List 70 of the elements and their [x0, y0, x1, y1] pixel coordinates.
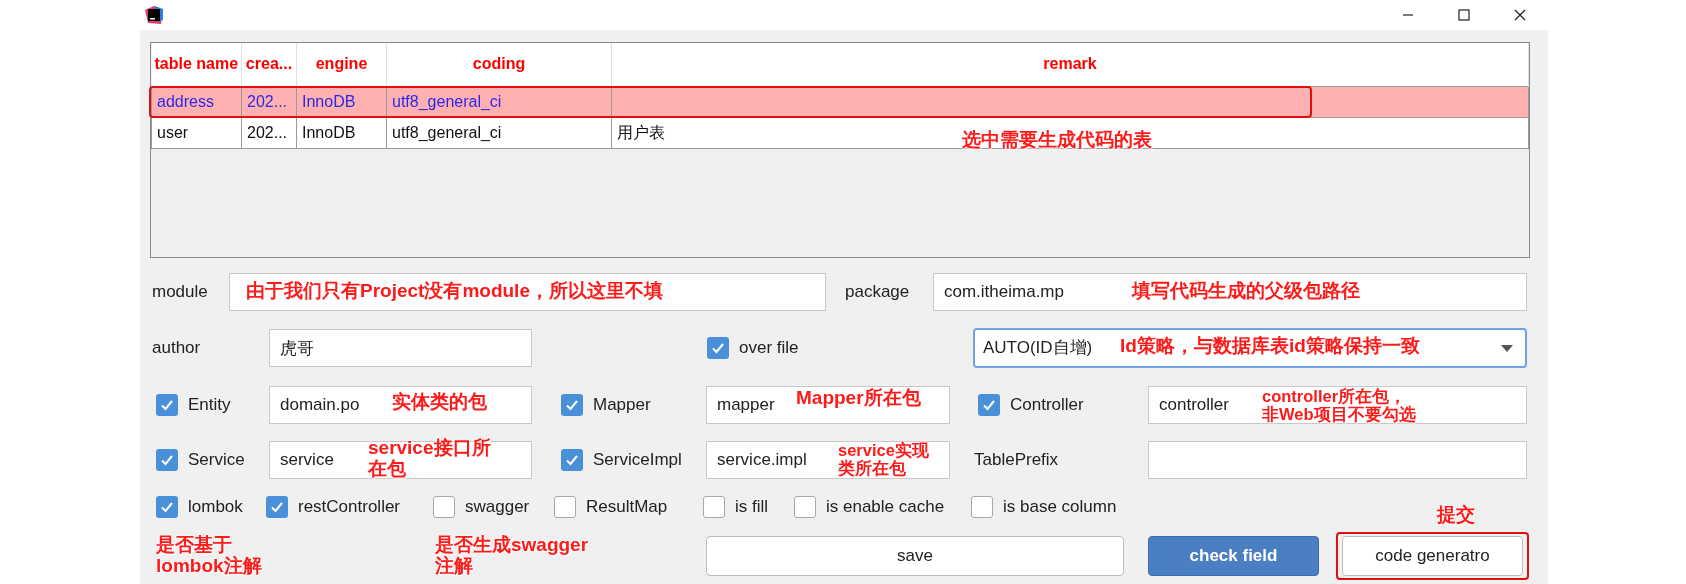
- field-label: package: [845, 281, 911, 304]
- tick-icon: [160, 453, 174, 467]
- dropdown-value: AUTO(ID自增): [983, 337, 1093, 360]
- tick-icon: [565, 453, 579, 467]
- input-field[interactable]: 虎哥: [269, 329, 532, 367]
- checkbox[interactable]: [978, 394, 1000, 416]
- close-icon[interactable]: [1514, 9, 1526, 21]
- checkbox-label: ServiceImpl: [593, 449, 682, 472]
- input-field[interactable]: [229, 273, 826, 311]
- maximize-icon[interactable]: [1458, 9, 1470, 21]
- tick-icon: [711, 341, 725, 355]
- checkbox[interactable]: [707, 337, 729, 359]
- action-button[interactable]: code generatro: [1342, 536, 1523, 576]
- annotation-note: 实体类的包: [392, 392, 487, 413]
- column-header[interactable]: engine: [296, 43, 387, 86]
- checkbox-label: Controller: [1010, 394, 1084, 417]
- checkbox-label: is base column: [1003, 496, 1117, 519]
- annotation-note: 是否生成swagger 注解: [435, 535, 589, 577]
- checkbox-label: is enable cache: [826, 496, 945, 519]
- action-button[interactable]: save: [706, 536, 1124, 576]
- checkbox[interactable]: [156, 449, 178, 471]
- tick-icon: [982, 398, 996, 412]
- checkbox-label: lombok: [188, 496, 243, 519]
- table-cell: 202...: [241, 117, 297, 148]
- checkbox-label: swagger: [465, 496, 530, 519]
- annotation-note: 提交: [1437, 505, 1475, 526]
- annotation-note: 是否基于 lombok注解: [156, 535, 262, 577]
- annotation-note: 由于我们只有Project没有module，所以这里不填: [246, 281, 663, 302]
- table-cell: InnoDB: [296, 117, 387, 148]
- annotation-note: service接口所 在包: [368, 438, 491, 480]
- checkbox[interactable]: [433, 496, 455, 518]
- annotation-note: service实现 类所在包: [838, 442, 929, 478]
- checkbox[interactable]: [561, 449, 583, 471]
- action-button[interactable]: check field: [1148, 536, 1319, 576]
- checkbox-label: Entity: [188, 394, 231, 417]
- annotation-note: Mapper所在包: [796, 388, 921, 409]
- checkbox-label: Service: [188, 449, 245, 472]
- checkbox-label: is fill: [735, 496, 769, 519]
- app-icon: [145, 6, 163, 24]
- annotation-note: 选中需要生成代码的表: [962, 130, 1152, 151]
- checkbox[interactable]: [156, 496, 178, 518]
- checkbox-label: ResultMap: [586, 496, 668, 519]
- field-label: module: [152, 281, 209, 304]
- annotation-note: controller所在包， 非Web项目不要勾选: [1262, 388, 1416, 424]
- checkbox-label: restController: [298, 496, 401, 519]
- field-label: TablePrefix: [974, 449, 1059, 472]
- tick-icon: [565, 398, 579, 412]
- checkbox[interactable]: [703, 496, 725, 518]
- annotation-note: 填写代码生成的父级包路径: [1132, 281, 1360, 302]
- column-header[interactable]: remark: [611, 43, 1529, 86]
- tick-icon: [160, 500, 174, 514]
- tick-icon: [160, 398, 174, 412]
- caret-icon: [1501, 344, 1513, 352]
- field-label: author: [152, 337, 202, 360]
- annotation-note: Id策略，与数据库表id策略保持一致: [1120, 336, 1420, 357]
- input-field[interactable]: [1148, 441, 1527, 479]
- checkbox[interactable]: [794, 496, 816, 518]
- checkbox-label: over file: [739, 337, 799, 360]
- checkbox[interactable]: [971, 496, 993, 518]
- tick-icon: [270, 500, 284, 514]
- checkbox-label: Mapper: [593, 394, 651, 417]
- column-header[interactable]: table name: [151, 43, 242, 86]
- column-header[interactable]: coding: [386, 43, 612, 86]
- checkbox[interactable]: [561, 394, 583, 416]
- table-cell: utf8_general_ci: [386, 117, 612, 148]
- column-header[interactable]: crea...: [241, 43, 297, 86]
- table-cell: user: [151, 117, 242, 148]
- checkbox[interactable]: [554, 496, 576, 518]
- checkbox[interactable]: [266, 496, 288, 518]
- checkbox[interactable]: [156, 394, 178, 416]
